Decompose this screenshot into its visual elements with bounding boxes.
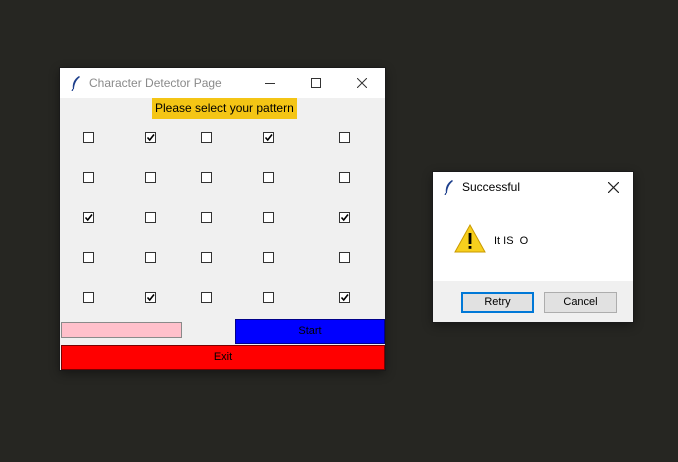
pattern-checkbox[interactable]	[339, 212, 350, 223]
dialog-message: It IS O	[494, 235, 529, 247]
feather-icon	[444, 180, 453, 195]
close-button[interactable]	[339, 68, 385, 98]
title-bar: Character Detector Page	[60, 68, 385, 98]
pattern-checkbox[interactable]	[263, 132, 274, 143]
dialog-title-bar: Successful	[433, 172, 633, 202]
checkmark-icon	[340, 294, 349, 302]
pattern-checkbox[interactable]	[263, 172, 274, 183]
feather-icon	[71, 76, 80, 91]
checkmark-icon	[146, 134, 155, 142]
pattern-checkbox[interactable]	[201, 252, 212, 263]
pattern-checkbox[interactable]	[201, 172, 212, 183]
checkmark-icon	[146, 294, 155, 302]
result-input[interactable]	[61, 322, 182, 338]
successful-dialog: Successful It IS O Retry Cancel	[433, 172, 633, 322]
retry-button[interactable]: Retry	[461, 292, 534, 313]
pattern-checkbox[interactable]	[145, 212, 156, 223]
pattern-checkbox[interactable]	[263, 292, 274, 303]
dialog-footer: Retry Cancel	[433, 281, 633, 322]
pattern-checkbox[interactable]	[263, 212, 274, 223]
window-title: Character Detector Page	[89, 76, 222, 90]
close-icon	[357, 78, 367, 88]
pattern-checkbox[interactable]	[145, 252, 156, 263]
pattern-checkbox[interactable]	[83, 252, 94, 263]
pattern-checkbox[interactable]	[201, 132, 212, 143]
pattern-checkbox[interactable]	[339, 172, 350, 183]
pattern-checkbox[interactable]	[83, 172, 94, 183]
pattern-checkbox[interactable]	[145, 292, 156, 303]
dialog-close-button[interactable]	[594, 172, 633, 202]
pattern-checkbox[interactable]	[201, 212, 212, 223]
checkmark-icon	[264, 134, 273, 142]
checkmark-icon	[84, 214, 93, 222]
exit-button[interactable]: Exit	[61, 345, 385, 370]
checkmark-icon	[340, 214, 349, 222]
character-detector-window: Character Detector Page Please select yo…	[60, 68, 385, 370]
pattern-checkbox[interactable]	[83, 212, 94, 223]
minimize-icon	[265, 83, 275, 84]
pattern-checkbox[interactable]	[339, 292, 350, 303]
pattern-label: Please select your pattern	[152, 98, 297, 119]
maximize-button[interactable]	[293, 68, 339, 98]
pattern-checkbox[interactable]	[83, 292, 94, 303]
maximize-icon	[311, 78, 321, 88]
pattern-checkbox[interactable]	[145, 172, 156, 183]
warning-icon	[454, 224, 486, 253]
dialog-title: Successful	[462, 180, 521, 194]
pattern-checkbox[interactable]	[339, 132, 350, 143]
cancel-button[interactable]: Cancel	[544, 292, 617, 313]
minimize-button[interactable]	[247, 68, 293, 98]
dialog-body: It IS O	[433, 202, 633, 281]
pattern-checkbox[interactable]	[145, 132, 156, 143]
pattern-checkbox[interactable]	[339, 252, 350, 263]
pattern-checkbox[interactable]	[201, 292, 212, 303]
close-icon	[608, 181, 619, 193]
pattern-checkbox[interactable]	[83, 132, 94, 143]
pattern-checkbox[interactable]	[263, 252, 274, 263]
start-button[interactable]: Start	[235, 319, 385, 344]
